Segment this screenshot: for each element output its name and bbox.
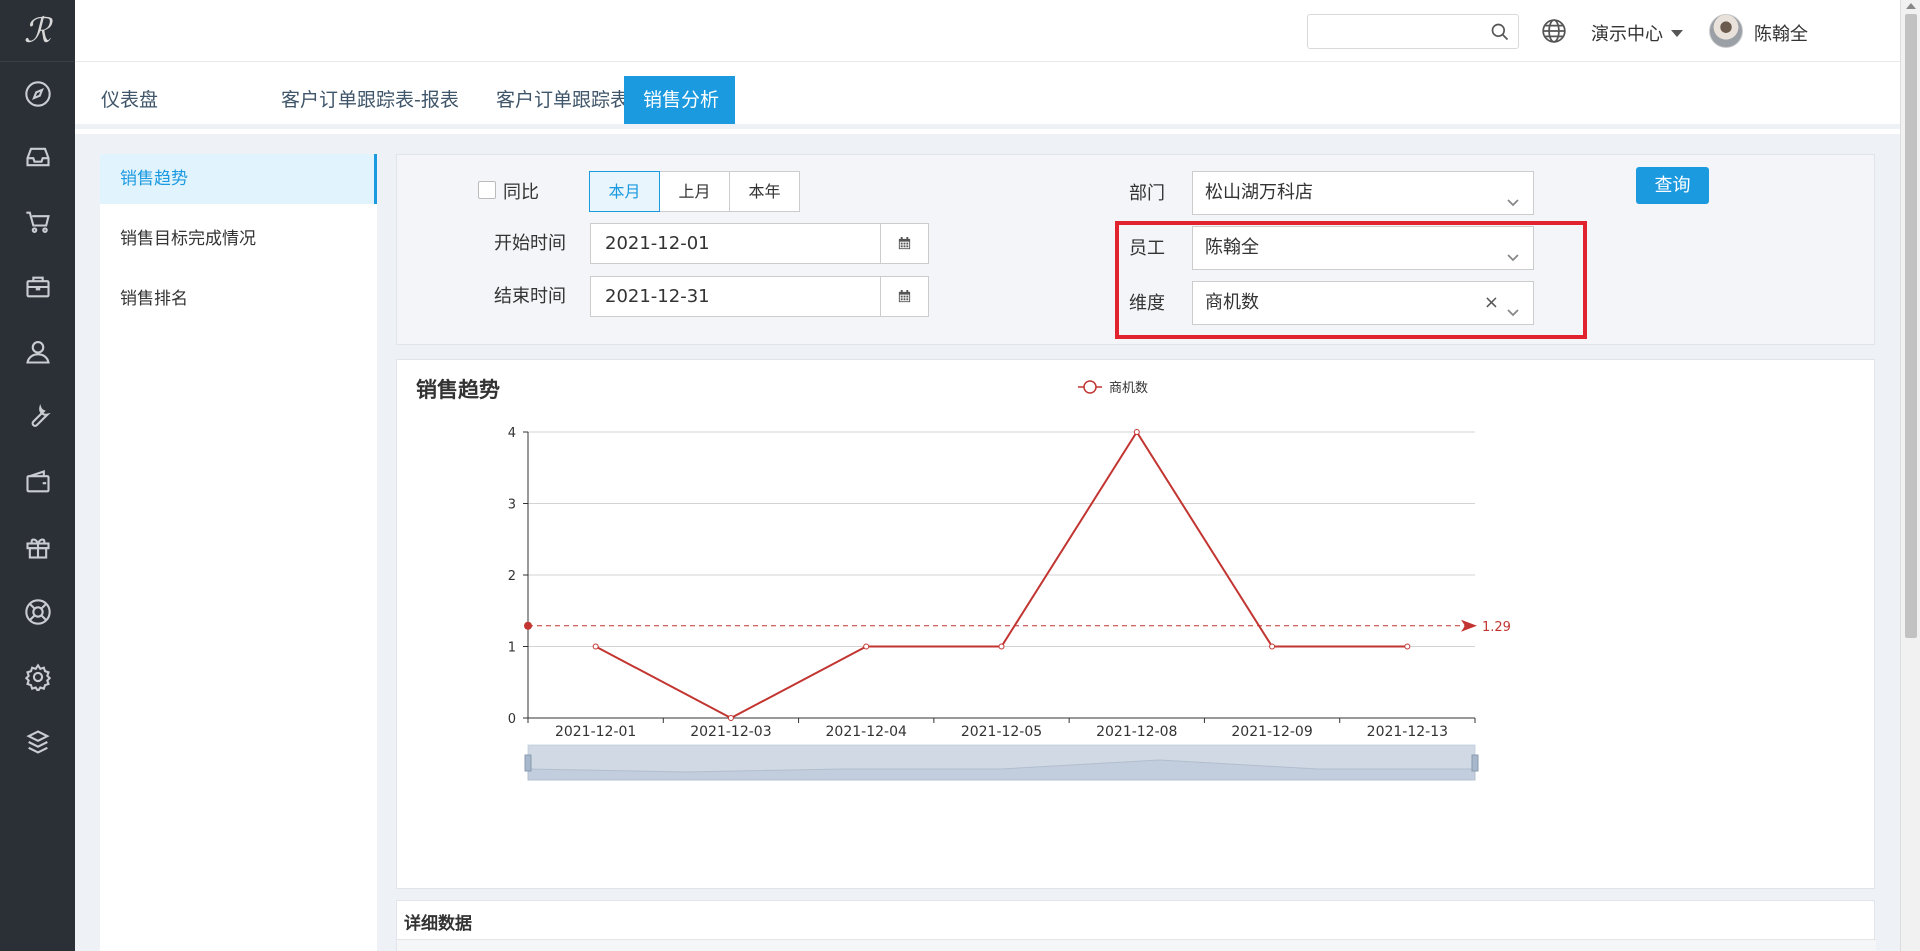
wrench-icon[interactable] bbox=[0, 392, 75, 442]
x-tick-label: 2021-12-05 bbox=[961, 724, 1042, 740]
cube-icon[interactable] bbox=[0, 717, 75, 767]
tab-order-tracking-1[interactable]: 客户订单跟踪表-报表 bbox=[265, 76, 475, 124]
globe-icon[interactable] bbox=[1541, 18, 1567, 44]
caret-down-icon bbox=[1671, 29, 1683, 37]
x-tick-label: 2021-12-01 bbox=[555, 724, 636, 740]
nav-item-sales-target[interactable]: 销售目标完成情况 bbox=[100, 214, 377, 264]
legend-label: 商机数 bbox=[1109, 381, 1148, 396]
data-point bbox=[592, 643, 599, 650]
lifebuoy-icon[interactable] bbox=[0, 587, 75, 637]
org-switcher-label: 演示中心 bbox=[1591, 24, 1663, 45]
sidebar: ℛ bbox=[0, 0, 75, 951]
tab-bar: 仪表盘 客户订单跟踪表-报表 客户订单跟踪表-报表 销售分析✖ bbox=[75, 62, 1900, 159]
nav-item-sales-trend[interactable]: 销售趋势 bbox=[100, 154, 377, 204]
start-date-value: 2021-12-01 bbox=[605, 233, 710, 254]
average-line-arrow bbox=[1461, 619, 1477, 632]
user-icon[interactable] bbox=[0, 327, 75, 377]
end-date-input[interactable]: 2021-12-31 bbox=[590, 276, 929, 317]
query-button[interactable]: 查询 bbox=[1636, 167, 1709, 204]
data-point bbox=[1269, 643, 1276, 650]
compass-icon[interactable] bbox=[0, 69, 75, 119]
x-tick-label: 2021-12-08 bbox=[1096, 724, 1177, 740]
dept-label: 部门 bbox=[1129, 183, 1165, 204]
calendar-icon[interactable] bbox=[880, 224, 928, 263]
start-date-label: 开始时间 bbox=[494, 233, 566, 254]
y-tick-label: 2 bbox=[508, 569, 516, 584]
line-chart: 0 1 2 3 4 2021-12-01 2021-12-03 2021-12-04 2021-… bbox=[508, 380, 1511, 781]
dept-select[interactable]: 松山湖万科店 bbox=[1192, 171, 1534, 215]
app-root: ℛ 演示中心 陈翰全 ? 仪表盘 客户订单跟踪表-报表 客户订单跟踪表-报表 销… bbox=[0, 0, 1920, 951]
data-point bbox=[998, 643, 1005, 650]
datazoom-selection bbox=[528, 745, 1475, 780]
scroll-up-icon[interactable] bbox=[1906, 3, 1916, 9]
data-point bbox=[727, 715, 734, 721]
y-tick-label: 3 bbox=[508, 498, 516, 513]
period-this-month[interactable]: 本月 bbox=[589, 171, 660, 212]
x-tick-label: 2021-12-09 bbox=[1231, 724, 1312, 740]
detail-table-header bbox=[397, 939, 1876, 951]
period-this-year[interactable]: 本年 bbox=[729, 171, 800, 212]
period-selector: 本月 上月 本年 bbox=[589, 171, 800, 212]
end-date-label: 结束时间 bbox=[494, 286, 566, 307]
scrollbar-thumb[interactable] bbox=[1905, 14, 1917, 638]
detail-card: 详细数据 bbox=[396, 900, 1876, 951]
nav-item-sales-rank[interactable]: 销售排名 bbox=[100, 274, 377, 324]
top-header: 演示中心 陈翰全 ? bbox=[75, 0, 1920, 62]
highlight-box bbox=[1115, 221, 1587, 339]
chevron-down-icon bbox=[1505, 184, 1521, 207]
tab-sales-analysis-label: 销售分析 bbox=[643, 89, 720, 111]
gift-icon[interactable] bbox=[0, 522, 75, 572]
compare-label: 同比 bbox=[503, 182, 539, 203]
calendar-icon[interactable] bbox=[880, 277, 928, 316]
briefcase-icon[interactable] bbox=[0, 262, 75, 312]
tab-sales-analysis[interactable]: 销售分析✖ bbox=[624, 76, 735, 159]
inbox-icon[interactable] bbox=[0, 132, 75, 182]
average-line-label: 1.29 bbox=[1482, 620, 1511, 635]
compare-checkbox[interactable] bbox=[478, 181, 496, 199]
datazoom-handle bbox=[524, 754, 532, 772]
x-tick-label: 2021-12-03 bbox=[690, 724, 771, 740]
report-nav: 销售趋势 销售目标完成情况 销售排名 bbox=[100, 154, 377, 951]
tab-dashboard[interactable]: 仪表盘 bbox=[85, 76, 174, 124]
main-content: 销售趋势 销售目标完成情况 销售排名 同比 本月 上月 本年 开始时间 2021… bbox=[75, 134, 1900, 951]
y-tick-label: 0 bbox=[508, 712, 516, 727]
user-name[interactable]: 陈翰全 bbox=[1754, 20, 1808, 46]
data-point bbox=[1133, 429, 1140, 435]
end-date-value: 2021-12-31 bbox=[605, 286, 710, 307]
avatar[interactable] bbox=[1709, 14, 1743, 48]
average-line-start bbox=[524, 621, 532, 630]
app-logo[interactable]: ℛ bbox=[0, 0, 75, 62]
data-point bbox=[1404, 643, 1411, 650]
search-input[interactable] bbox=[1307, 14, 1519, 49]
x-tick-label: 2021-12-04 bbox=[826, 724, 907, 740]
start-date-input[interactable]: 2021-12-01 bbox=[590, 223, 929, 264]
x-tick-label: 2021-12-13 bbox=[1367, 724, 1448, 740]
period-last-month[interactable]: 上月 bbox=[659, 171, 730, 212]
legend-marker bbox=[1083, 380, 1097, 394]
y-tick-label: 1 bbox=[508, 641, 516, 656]
detail-title: 详细数据 bbox=[404, 914, 472, 934]
search-icon[interactable] bbox=[1490, 22, 1510, 42]
page-scrollbar[interactable] bbox=[1900, 0, 1920, 951]
data-point bbox=[863, 643, 870, 650]
gear-icon[interactable] bbox=[0, 652, 75, 702]
filter-panel: 同比 本月 上月 本年 开始时间 2021-12-01 结束时间 2021-12… bbox=[396, 154, 1875, 345]
datazoom-handle bbox=[1471, 754, 1479, 772]
chart-card: 销售趋势 0 1 2 3 4 2021-12-01 2021-12-03 2021-12-04… bbox=[396, 359, 1875, 889]
y-tick-label: 4 bbox=[508, 426, 516, 441]
cart-icon[interactable] bbox=[0, 197, 75, 247]
dept-value: 松山湖万科店 bbox=[1205, 182, 1313, 203]
wallet-icon[interactable] bbox=[0, 457, 75, 507]
org-switcher[interactable]: 演示中心 bbox=[1591, 20, 1683, 46]
